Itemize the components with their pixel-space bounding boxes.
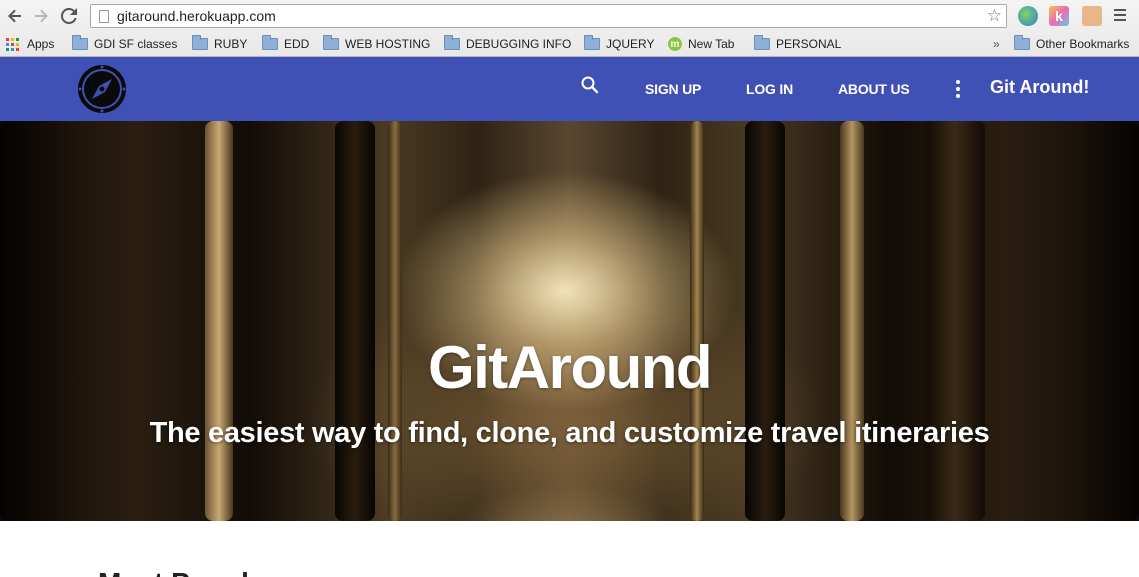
browser-toolbar: gitaround.herokuapp.com ☆ k <box>0 0 1139 32</box>
folder-icon <box>262 35 278 50</box>
url-text: gitaround.herokuapp.com <box>117 8 276 24</box>
site-header: SIGN UP LOG IN ABOUT US Git Around! <box>0 57 1139 121</box>
bookmark-web-hosting[interactable]: WEB HOSTING <box>323 34 430 54</box>
section-heading: Most Popular <box>98 567 275 577</box>
bookmarks-overflow-button[interactable]: » <box>993 34 1000 54</box>
bookmark-label: RUBY <box>214 37 248 51</box>
bookmark-label: WEB HOSTING <box>345 37 431 51</box>
bookmark-label: DEBUGGING INFO <box>466 37 572 51</box>
train-door-right <box>745 121 785 521</box>
m-icon: m <box>668 37 682 51</box>
bookmark-jquery[interactable]: JQUERY <box>584 34 654 54</box>
train-pole-left-1 <box>205 121 233 521</box>
folder-icon <box>192 35 208 50</box>
search-icon[interactable] <box>580 75 600 95</box>
forward-arrow-icon <box>35 9 48 23</box>
bookmark-gdi-sf-classes[interactable]: GDI SF classes <box>72 34 177 54</box>
folder-icon <box>754 35 770 50</box>
k-extension-icon[interactable]: k <box>1049 6 1069 26</box>
hero-title: GitAround <box>427 334 713 401</box>
reload-icon <box>61 8 77 24</box>
hero-subtitle: The easiest way to find, clone, and cust… <box>149 417 990 449</box>
train-door-left <box>335 121 375 521</box>
bookmarks-bar: Apps GDI SF classes RUBY EDD WEB HOSTING… <box>0 32 1139 56</box>
chrome-menu-icon[interactable] <box>1114 9 1126 24</box>
train-pole-right-1 <box>840 121 864 521</box>
brand-title[interactable]: Git Around! <box>990 77 1089 98</box>
hero-banner: GitAround The easiest way to find, clone… <box>0 121 1139 521</box>
bookmark-label: New Tab <box>688 37 735 51</box>
bookmark-debugging-info[interactable]: DEBUGGING INFO <box>444 34 571 54</box>
forward-button[interactable] <box>28 3 54 29</box>
folder-icon <box>323 35 339 50</box>
train-wall-left <box>0 121 70 521</box>
folder-icon <box>1014 35 1030 50</box>
folder-icon <box>584 35 600 50</box>
bookmark-label: PERSONAL <box>776 37 842 51</box>
train-pole-left-2 <box>388 121 402 521</box>
bookmark-label: GDI SF classes <box>94 37 178 51</box>
train-door-far-right <box>925 121 985 521</box>
bookmark-new-tab[interactable]: m New Tab <box>668 34 734 54</box>
browser-chrome: gitaround.herokuapp.com ☆ k Apps GDI SF … <box>0 0 1139 57</box>
bookmark-label: JQUERY <box>606 37 655 51</box>
address-bar[interactable]: gitaround.herokuapp.com ☆ <box>90 4 1007 28</box>
apps-grid-icon <box>6 37 19 51</box>
bookmark-label: EDD <box>284 37 310 51</box>
train-wall-right <box>1075 121 1139 521</box>
bookmark-edd[interactable]: EDD <box>262 34 309 54</box>
back-arrow-icon <box>8 9 21 23</box>
main-content: Most Popular <box>0 521 1139 577</box>
bookmark-label: Apps <box>27 37 55 51</box>
page-icon <box>99 9 109 23</box>
more-vert-icon[interactable] <box>956 80 961 101</box>
folder-icon <box>72 35 88 50</box>
nav-sign-up[interactable]: SIGN UP <box>645 81 701 97</box>
bookmark-star-icon[interactable]: ☆ <box>987 6 1002 26</box>
nav-log-in[interactable]: LOG IN <box>746 81 793 97</box>
bookmark-label: Other Bookmarks <box>1036 37 1130 51</box>
back-button[interactable] <box>2 3 28 29</box>
folder-icon <box>444 35 460 50</box>
train-pole-right-2 <box>690 121 704 521</box>
globe-extension-icon[interactable] <box>1018 6 1038 26</box>
bookmark-apps[interactable]: Apps <box>6 34 54 54</box>
reload-button[interactable] <box>56 3 82 29</box>
face-extension-icon[interactable] <box>1082 6 1102 26</box>
compass-logo-icon[interactable] <box>76 63 128 115</box>
bookmark-other-bookmarks[interactable]: Other Bookmarks <box>1014 34 1129 54</box>
nav-about-us[interactable]: ABOUT US <box>838 81 910 97</box>
bookmark-ruby[interactable]: RUBY <box>192 34 247 54</box>
bookmark-personal[interactable]: PERSONAL <box>754 34 841 54</box>
